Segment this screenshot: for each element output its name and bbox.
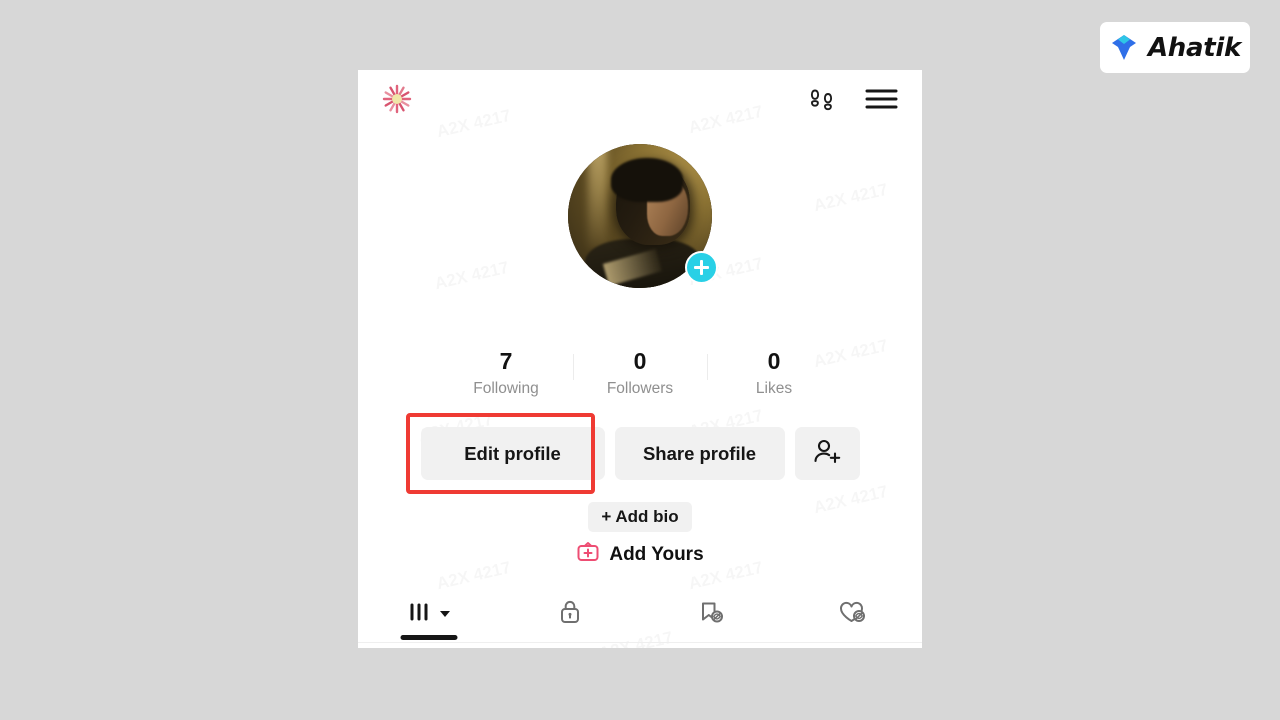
watermark-text: A2X 4217 xyxy=(812,180,890,216)
stat-likes[interactable]: 0 Likes xyxy=(707,346,841,400)
ahatik-diamond-logo-icon xyxy=(1109,34,1139,62)
add-bio-row: + Add bio xyxy=(358,502,922,532)
grid-posts-icon xyxy=(408,600,434,629)
watermark-text: A2X 4217 xyxy=(433,258,511,294)
profile-actions: Edit profile Share profile xyxy=(358,427,922,480)
lock-private-icon xyxy=(557,598,583,631)
add-yours-label: Add Yours xyxy=(609,543,704,565)
stat-label: Following xyxy=(473,380,539,397)
stat-followers[interactable]: 0 Followers xyxy=(573,346,707,400)
edit-profile-button[interactable]: Edit profile xyxy=(420,427,605,480)
tab-saved-hidden[interactable] xyxy=(640,588,781,640)
hamburger-menu-icon[interactable] xyxy=(865,87,898,111)
avatar-container xyxy=(568,144,718,288)
share-profile-button[interactable]: Share profile xyxy=(614,427,785,480)
heart-hidden-icon xyxy=(837,598,867,631)
plus-icon xyxy=(700,260,703,275)
tab-private[interactable] xyxy=(499,588,640,640)
tab-liked-hidden[interactable] xyxy=(781,588,922,640)
stat-label: Likes xyxy=(755,380,793,397)
stat-value: 0 xyxy=(633,348,647,374)
chevron-down-icon xyxy=(439,611,450,617)
brand-name: Ahatik xyxy=(1147,32,1241,63)
profile-stats: 7 Following 0 Followers 0 Likes xyxy=(358,346,922,400)
footprints-icon[interactable] xyxy=(807,84,837,114)
loading-spinner-icon xyxy=(380,82,414,116)
add-yours-sticker-icon xyxy=(576,540,600,569)
add-yours-button[interactable]: Add Yours xyxy=(358,540,922,569)
brand-badge: Ahatik xyxy=(1100,22,1250,73)
add-friend-button[interactable] xyxy=(794,427,860,480)
tab-active-indicator xyxy=(400,635,457,640)
avatar-photo-hair xyxy=(611,158,684,202)
phone-screen: A2X 4217 A2X 4217 A2X 4217 A2X 4217 A2X … xyxy=(358,70,922,648)
stat-label: Followers xyxy=(606,380,674,397)
stat-value: 0 xyxy=(767,348,781,374)
stat-value: 7 xyxy=(499,348,513,374)
top-bar xyxy=(358,70,922,128)
tabs-divider xyxy=(358,642,922,643)
stat-following[interactable]: 7 Following xyxy=(439,346,573,400)
bookmark-hidden-icon xyxy=(697,598,725,631)
profile-tabs xyxy=(358,588,922,648)
avatar-photo-light xyxy=(588,144,607,248)
add-story-button[interactable] xyxy=(685,251,718,284)
tab-posts[interactable] xyxy=(358,588,499,640)
add-bio-button[interactable]: + Add bio xyxy=(588,502,692,532)
add-person-icon xyxy=(812,437,842,470)
